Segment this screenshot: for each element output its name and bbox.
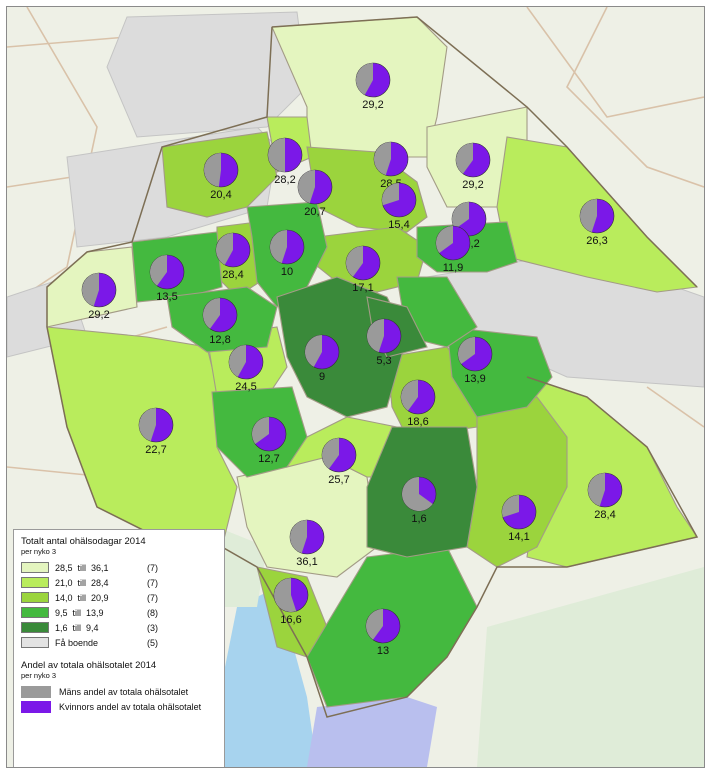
legend-class-count: (3)	[147, 622, 158, 633]
pie-value-label: 15,4	[388, 219, 409, 231]
pie-value-label: 10	[281, 266, 293, 278]
legend-class-count: (8)	[147, 607, 158, 618]
pie-value-label: 17,1	[352, 282, 373, 294]
pie-value-label: 28,4	[594, 509, 615, 521]
pie-value-label: 11,9	[443, 262, 464, 274]
legend-class-label: Få boende	[55, 637, 99, 648]
legend-pie-items: Mäns andel av totala ohälsotalet Kvinnors…	[21, 684, 217, 714]
legend-swatch	[21, 592, 49, 603]
pie-value-label: 1,6	[411, 513, 426, 525]
pie-value-label: 28,4	[222, 269, 243, 281]
legend-class-row: 28,5 till 36,1 (7)	[21, 560, 217, 575]
map-frame: 29,220,428,228,529,220,715,429,226,31028…	[6, 6, 705, 768]
legend-class-count: (7)	[147, 592, 158, 603]
pie-value-label: 14,1	[508, 531, 529, 543]
legend-pie-row: Mäns andel av totala ohälsotalet	[21, 684, 217, 699]
legend-class-label: 1,6 till 9,4	[55, 622, 99, 633]
pie-value-label: 28,2	[274, 174, 295, 186]
legend-class-row: 14,0 till 20,9 (7)	[21, 590, 217, 605]
legend-pie-title: Andel av totala ohälsotalet 2014	[21, 660, 157, 671]
legend-swatch	[21, 622, 49, 633]
pie-value-label: 22,7	[145, 444, 166, 456]
legend-class-row: 21,0 till 28,4 (7)	[21, 575, 217, 590]
legend-pie-swatch	[21, 700, 51, 713]
pie-value-label: 29,2	[88, 309, 109, 321]
pie-value-label: 26,3	[586, 235, 607, 247]
pie-value-label: 24,5	[235, 381, 256, 393]
pie-value-label: 9	[319, 371, 325, 383]
pie-value-label: 20,7	[304, 206, 325, 218]
pie-value-label: 29,2	[462, 179, 483, 191]
legend-class-count: (7)	[147, 562, 158, 573]
legend-class-row: Få boende (5)	[21, 635, 217, 650]
pie-value-label: 5,3	[376, 355, 391, 367]
legend-swatch	[21, 562, 49, 573]
area-polygon[interactable]	[46, 326, 238, 548]
pie-value-label: 36,1	[296, 556, 317, 568]
pie-value-label: 25,7	[328, 474, 349, 486]
legend-class-row: 9,5 till 13,9 (8)	[21, 605, 217, 620]
legend-pie-subtitle: per nyko 3	[21, 671, 57, 680]
legend-class-count: (7)	[147, 577, 158, 588]
pie-value-label: 13,5	[156, 291, 177, 303]
pie-value-label: 13,9	[464, 373, 485, 385]
pie-value-label: 12,8	[209, 334, 230, 346]
pie-value-label: 20,4	[210, 189, 231, 201]
legend: Totalt antal ohälsodagar 2014 per nyko 3…	[13, 529, 225, 767]
legend-class-label: 9,5 till 13,9	[55, 607, 104, 618]
pie-value-label: 16,6	[280, 614, 301, 626]
legend-title: Totalt antal ohälsodagar 2014	[21, 536, 146, 547]
pie-value-label: 12,7	[258, 453, 279, 465]
legend-swatch	[21, 607, 49, 618]
pie-value-label: 13	[377, 645, 389, 657]
legend-pie-row: Kvinnors andel av totala ohälsotalet	[21, 699, 217, 714]
legend-pie-label: Mäns andel av totala ohälsotalet	[59, 686, 189, 697]
legend-pie-label: Kvinnors andel av totala ohälsotalet	[59, 701, 202, 712]
legend-class-count: (5)	[147, 637, 158, 648]
legend-class-row: 1,6 till 9,4 (3)	[21, 620, 217, 635]
legend-subtitle: per nyko 3	[21, 547, 57, 556]
legend-class-label: 21,0 till 28,4	[55, 577, 109, 588]
pie-value-label: 18,6	[407, 416, 428, 428]
legend-pie-swatch	[21, 685, 51, 698]
legend-class-label: 14,0 till 20,9	[55, 592, 109, 603]
legend-class-label: 28,5 till 36,1	[55, 562, 109, 573]
legend-swatch	[21, 637, 49, 648]
pie-value-label: 29,2	[362, 99, 383, 111]
legend-classes: 28,5 till 36,1 (7) 21,0 till 28,4 (7) 14,0 t…	[21, 560, 217, 650]
legend-swatch	[21, 577, 49, 588]
